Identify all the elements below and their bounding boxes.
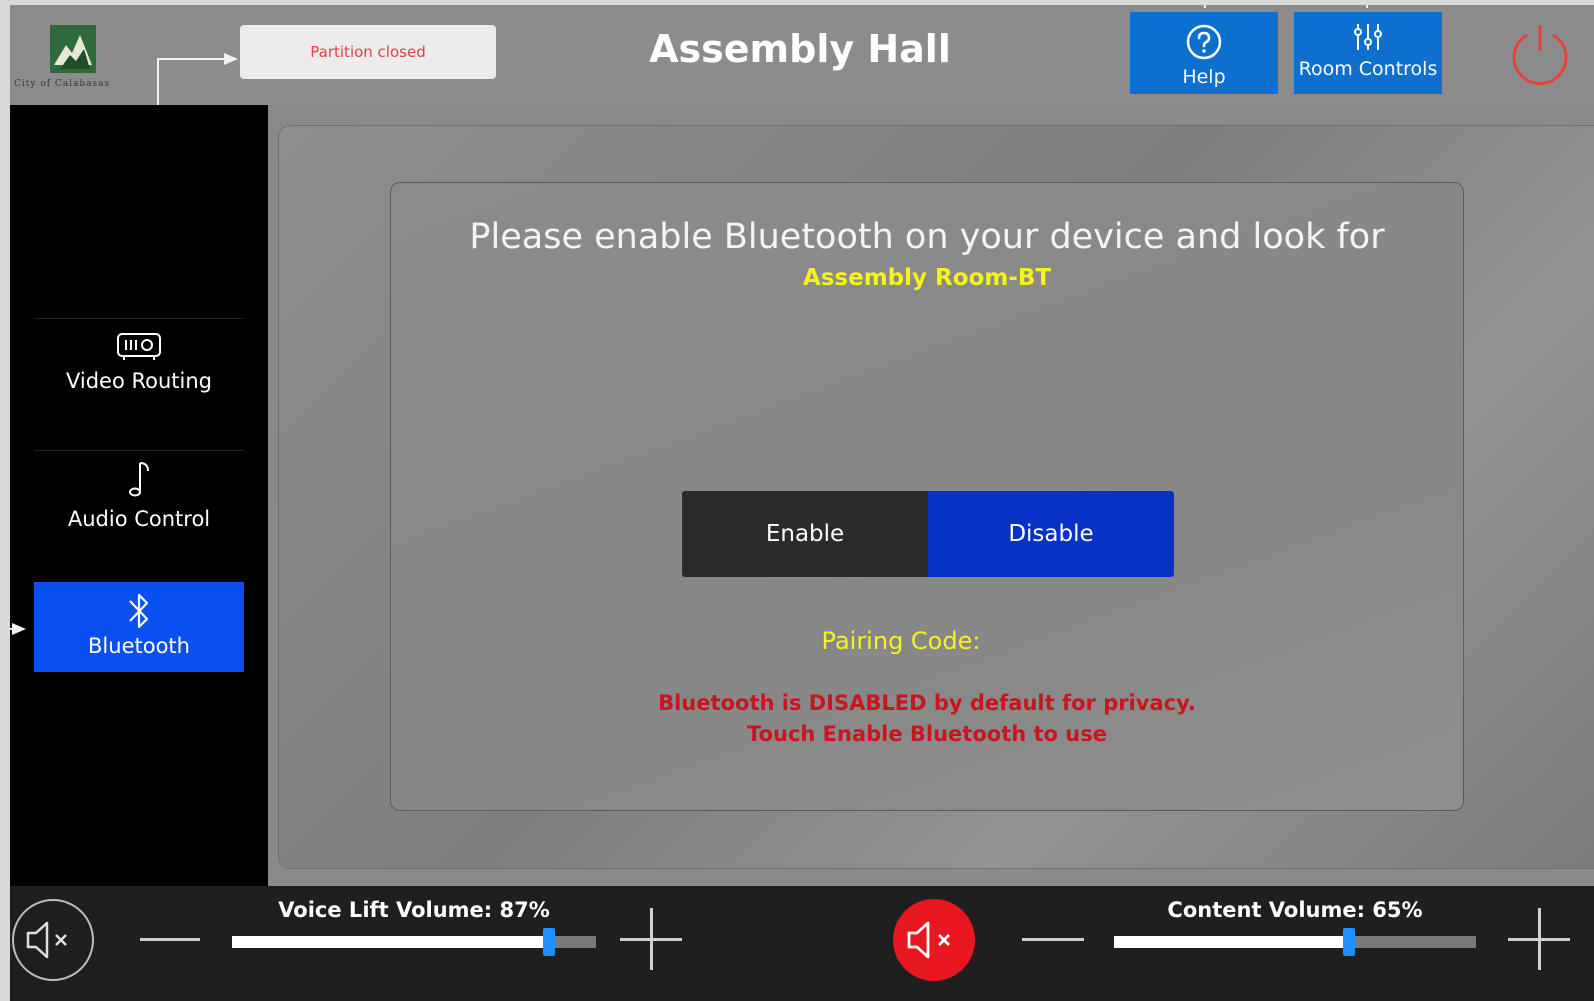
- sidebar-item-label: Bluetooth: [88, 634, 190, 658]
- arrow-icon: [12, 623, 26, 635]
- help-label: Help: [1182, 66, 1226, 88]
- content-volume-knob[interactable]: [1343, 928, 1356, 956]
- city-logo: City of Calabasas: [12, 23, 142, 93]
- content-minus-button[interactable]: [1022, 938, 1084, 941]
- privacy-hint: Touch Enable Bluetooth to use: [747, 722, 1107, 746]
- voice-lift-mute-button[interactable]: [12, 899, 94, 981]
- divider: [34, 450, 244, 451]
- sidebar-item-video-routing[interactable]: Video Routing: [34, 331, 244, 449]
- volume-bar: Voice Lift Volume: 87% Content Volume: 6…: [10, 886, 1594, 1001]
- page-title: Assembly Hall: [649, 27, 951, 71]
- power-icon[interactable]: [1507, 21, 1573, 87]
- voice-lift-slider[interactable]: [232, 928, 596, 956]
- device-name: Assembly Room-BT: [802, 265, 1052, 291]
- privacy-warning: Bluetooth is DISABLED by default for pri…: [658, 691, 1196, 715]
- speaker-mute-icon: [907, 921, 950, 959]
- header-bar: City of Calabasas Partition closed Assem…: [10, 5, 1594, 105]
- help-circle-icon: [1186, 24, 1222, 60]
- touch-panel: City of Calabasas Partition closed Assem…: [10, 5, 1594, 1001]
- sidebar-item-label: Audio Control: [67, 507, 211, 531]
- connector-line: [157, 58, 229, 60]
- connector-tick: [1204, 5, 1206, 8]
- help-button[interactable]: Help: [1130, 12, 1278, 94]
- sidebar-item-bluetooth[interactable]: Bluetooth: [34, 582, 244, 672]
- pairing-code-label: Pairing Code:: [821, 627, 981, 655]
- speaker-mute-icon: [26, 921, 67, 959]
- projector-icon: [117, 333, 161, 360]
- logo-icon: [50, 25, 96, 73]
- voice-lift-minus-button[interactable]: [140, 938, 200, 941]
- partition-status: Partition closed: [240, 25, 496, 79]
- connector-tick: [1366, 5, 1368, 8]
- disable-button[interactable]: Disable: [928, 491, 1174, 577]
- arrow-icon: [224, 53, 238, 65]
- logo-text: City of Calabasas: [14, 79, 111, 89]
- room-controls-button[interactable]: Room Controls: [1294, 12, 1442, 94]
- sidebar-item-audio-control[interactable]: Audio Control: [34, 459, 244, 577]
- sidebar: Video Routing Audio Control Bluetooth: [10, 105, 268, 886]
- content-volume-slider[interactable]: [1114, 928, 1476, 956]
- instruction-text: Please enable Bluetooth on your device a…: [469, 217, 1385, 257]
- voice-lift-label: Voice Lift Volume: 87%: [278, 898, 550, 922]
- sidebar-item-label: Video Routing: [65, 369, 213, 393]
- enable-button[interactable]: Enable: [682, 491, 928, 577]
- voice-lift-knob[interactable]: [542, 928, 555, 956]
- sliders-icon: [1354, 24, 1382, 50]
- content-volume-label: Content Volume: 65%: [1167, 898, 1423, 922]
- bluetooth-card: Please enable Bluetooth on your device a…: [390, 182, 1464, 811]
- divider: [34, 318, 244, 319]
- content-volume-fill: [1114, 936, 1350, 948]
- voice-lift-fill: [232, 936, 549, 948]
- bluetooth-icon: [129, 593, 149, 629]
- music-note-icon: [129, 462, 149, 497]
- content-mute-button[interactable]: [893, 899, 975, 981]
- room-controls-label: Room Controls: [1298, 58, 1438, 80]
